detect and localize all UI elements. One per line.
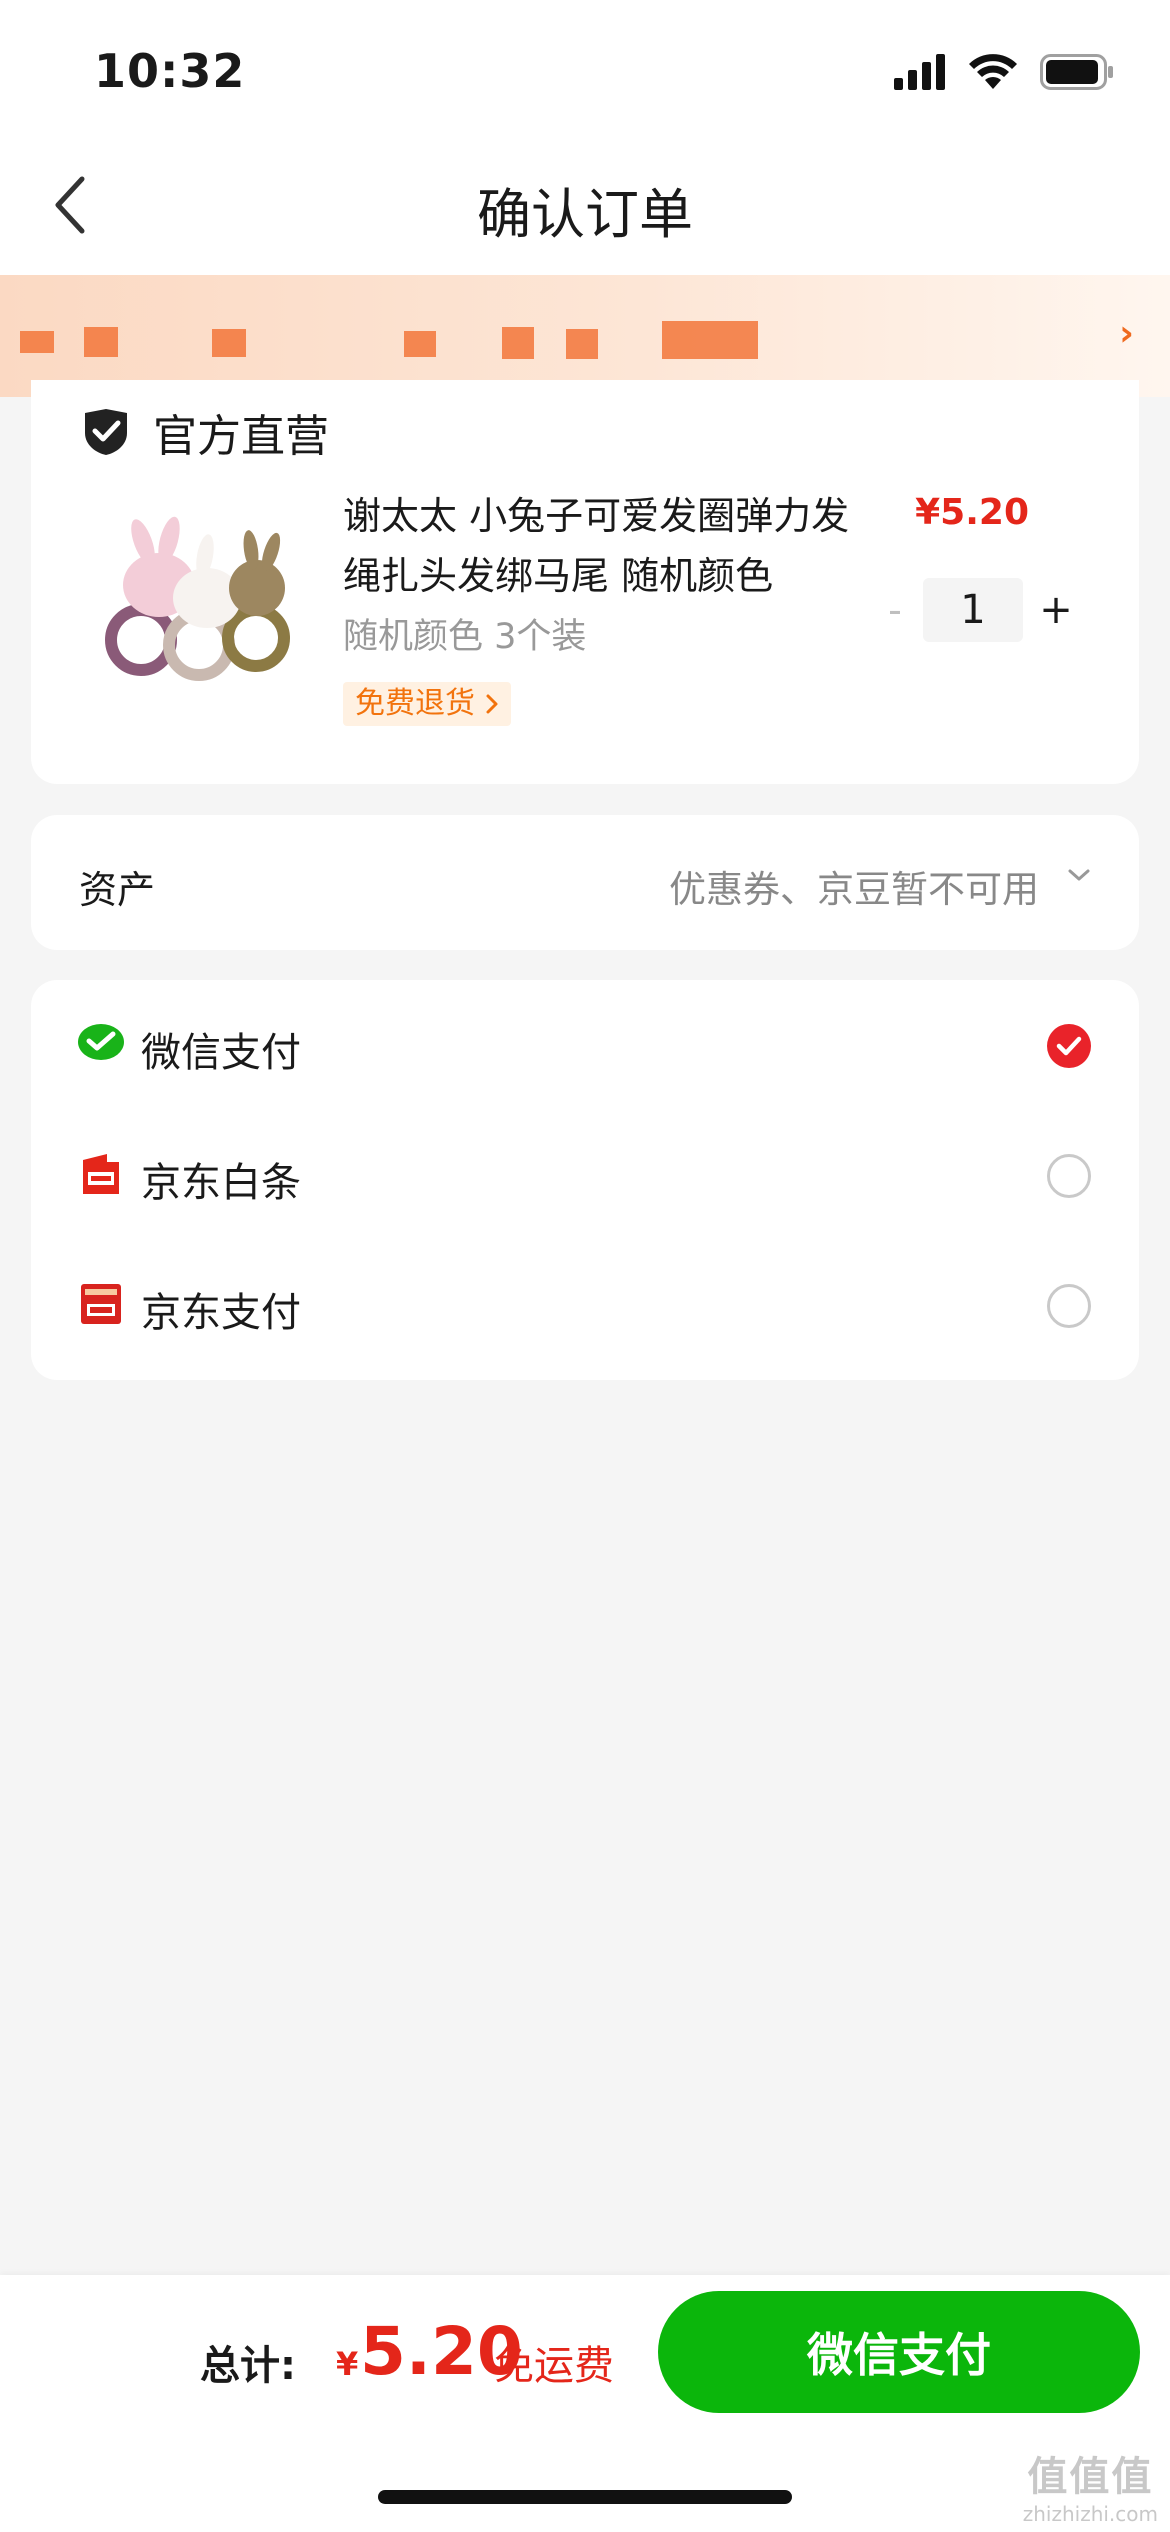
quantity-stepper: - 1 +	[867, 578, 1089, 642]
watermark: 值值值 zhizhizhi.com	[1023, 2444, 1158, 2526]
checkmark-icon	[1056, 1036, 1082, 1056]
assets-value: 优惠券、京豆暂不可用	[669, 868, 1039, 911]
shield-check-icon	[85, 409, 127, 455]
watermark-logo: 值值值	[1027, 2454, 1154, 2500]
payment-option-jdpay[interactable]: 京东支付	[31, 1240, 1139, 1370]
promo-banner[interactable]: ›	[0, 275, 1170, 397]
decrease-quantity-button[interactable]: -	[867, 588, 923, 632]
shipping-note: 免运费	[494, 2343, 614, 2389]
payment-option-label: 微信支付	[141, 1030, 301, 1076]
assets-label: 资产	[79, 868, 156, 912]
product-card: 官方直营 谢太太 小兔子可爱发圈弹力发绳扎头发绑马尾 随机颜色 随机颜色 3个装…	[31, 380, 1139, 784]
wifi-icon	[969, 54, 1017, 89]
header: 10:32 确认订单	[0, 0, 1170, 275]
total-label: 总计:	[200, 2343, 296, 2389]
wechat-pay-icon	[78, 1024, 124, 1060]
status-icons	[894, 52, 1114, 92]
quantity-value[interactable]: 1	[923, 578, 1023, 642]
battery-icon	[1040, 54, 1113, 90]
store-header[interactable]: 官方直营	[81, 400, 329, 464]
watermark-url: zhizhizhi.com	[1022, 2502, 1158, 2526]
payment-option-wechat[interactable]: 微信支付	[31, 980, 1139, 1110]
payment-option-label: 京东白条	[141, 1160, 301, 1206]
free-return-label: 免费退货	[355, 686, 475, 721]
wechat-pay-button[interactable]: 微信支付	[658, 2291, 1140, 2413]
radio-unselected[interactable]	[1047, 1154, 1091, 1198]
chevron-right-icon: ›	[1119, 313, 1134, 354]
free-return-tag[interactable]: 免费退货	[343, 682, 511, 726]
payment-methods: 微信支付 京东白条 京东支付	[31, 980, 1139, 1380]
jd-pay-icon	[81, 1284, 121, 1324]
payment-option-label: 京东支付	[141, 1290, 301, 1336]
payment-option-baitiao[interactable]: 京东白条	[31, 1110, 1139, 1240]
product-price: ¥5.20	[915, 492, 1029, 533]
store-name: 官方直营	[153, 411, 329, 462]
chevron-down-icon	[1068, 869, 1090, 881]
radio-selected[interactable]	[1047, 1024, 1091, 1068]
chevron-right-icon	[486, 694, 498, 714]
product-title[interactable]: 谢太太 小兔子可爱发圈弹力发绳扎头发绑马尾 随机颜色	[343, 486, 863, 606]
status-time: 10:32	[94, 44, 246, 98]
total-currency: ¥	[336, 2345, 359, 2383]
product-image[interactable]	[81, 480, 311, 710]
product-spec[interactable]: 随机颜色 3个装	[343, 608, 586, 659]
increase-quantity-button[interactable]: +	[1023, 587, 1089, 633]
page-title: 确认订单	[477, 183, 693, 246]
bunny-hair-ties-image	[105, 516, 290, 681]
cellular-signal-icon	[894, 54, 945, 90]
jd-baitiao-icon	[83, 1154, 119, 1194]
home-indicator[interactable]	[378, 2490, 792, 2504]
assets-row[interactable]: 资产 优惠券、京豆暂不可用	[31, 815, 1139, 950]
radio-unselected[interactable]	[1047, 1284, 1091, 1328]
